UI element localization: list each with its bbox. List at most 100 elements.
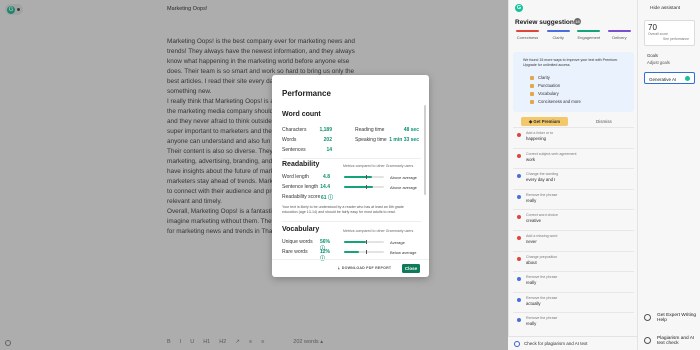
word-length-bar [344, 175, 384, 179]
suggestion-type-icon [517, 318, 521, 323]
hide-assistant-button[interactable]: Hide assistant [650, 6, 680, 11]
engagement-indicator [577, 30, 601, 32]
review-panel: G Review suggestions 18 Correctness Clar… [508, 0, 637, 350]
readability-note: Metrics compared to other Grammarly user… [343, 164, 414, 168]
download-icon: ⤓ [338, 266, 340, 270]
see-performance-link[interactable]: See performance [663, 37, 689, 41]
suggestion-card[interactable]: Remove the phrase really [513, 188, 634, 207]
premium-item: Clarity [530, 75, 550, 80]
overall-score-card[interactable]: 70 Overall score See performance [644, 20, 695, 46]
suggestion-text: really [526, 280, 537, 286]
premium-text: We found 15 more ways to improve your te… [523, 58, 619, 67]
premium-item-label: Clarity [538, 75, 550, 80]
suggestion-card[interactable]: Add a missing word never [513, 230, 634, 248]
plagiarism-ai-button[interactable]: Plagiarism and AI text check [644, 336, 698, 346]
suggestion-card[interactable]: Correct word choice creative [513, 209, 634, 227]
tab-label: Delivery [612, 34, 627, 40]
generative-ai-button[interactable]: Generative AI [644, 72, 695, 84]
overall-score-value: 70 [648, 23, 657, 32]
tab-label: Clarity [552, 34, 564, 40]
sentence-length-average-marker [366, 185, 367, 189]
plagiarism-check-bar[interactable]: Check for plagiarism and AI text [508, 336, 637, 350]
word-length-value: 4.8 [323, 174, 330, 180]
premium-item: Vocabulary [530, 91, 559, 96]
adjust-goals-link[interactable]: Adjust goals [647, 60, 670, 65]
rare-words-label: Rare words [282, 249, 308, 255]
lock-icon [530, 91, 534, 96]
suggestion-card[interactable]: Remove the phrase really [513, 312, 634, 330]
tab-correctness[interactable]: Correctness [513, 30, 542, 40]
speaking-time-value: 1 min 33 sec [389, 137, 419, 143]
plagiarism-icon [514, 340, 520, 347]
expert-help-button[interactable]: Get Expert Writing Help [644, 313, 698, 323]
readability-explanation: Your text is likely to be understood by … [282, 205, 404, 214]
premium-item-label: Vocabulary [538, 91, 559, 96]
suggestion-count-badge: 18 [574, 18, 581, 25]
word-count-heading: Word count [282, 111, 321, 118]
grammarly-logo-icon: G [515, 4, 523, 12]
sentence-length-value: 14.4 [320, 184, 330, 190]
words-value: 202 [323, 137, 332, 143]
get-premium-button[interactable]: ◆ Get Premium [521, 117, 568, 126]
clarity-indicator [546, 30, 570, 32]
dismiss-button[interactable]: Dismiss [596, 119, 612, 124]
modal-scrollbar[interactable] [424, 105, 426, 195]
readability-score-value[interactable]: 61 ⓘ [321, 194, 335, 201]
suggestion-card[interactable]: Remove the phrase actually [513, 291, 634, 310]
suggestion-type-icon [517, 194, 521, 199]
characters-label: Characters [282, 127, 307, 133]
suggestion-text: work [526, 156, 536, 162]
category-tabs: Correctness Clarity Engagement Delivery [513, 30, 634, 40]
readability-heading: Readability [282, 161, 320, 168]
premium-item: Punctuation [530, 83, 560, 88]
plagiarism-ai-icon [644, 337, 651, 344]
premium-item: Conciseness and more [530, 99, 581, 104]
suggestion-action: Change the wording [526, 172, 559, 177]
rare-words-bar [344, 250, 384, 254]
suggestion-text: actually [526, 300, 541, 306]
delivery-indicator [607, 30, 631, 32]
suggestion-card[interactable]: Correct subject-verb agreement work [513, 147, 634, 166]
suggestion-action: Remove the phrase [526, 192, 558, 197]
close-button[interactable]: Close [402, 264, 420, 273]
suggestion-card[interactable]: Add a linker or to happening [513, 127, 634, 145]
section-divider [282, 158, 421, 159]
reading-time-label: Reading time [355, 127, 385, 133]
suggestion-action: Remove the phrase [526, 275, 558, 280]
tab-delivery[interactable]: Delivery [605, 30, 634, 40]
sentence-length-bar [344, 185, 384, 189]
suggestion-action: Correct subject-verb agreement [526, 151, 577, 156]
unique-words-average-marker [366, 240, 367, 244]
tab-clarity[interactable]: Clarity [544, 30, 573, 40]
word-length-fill [344, 176, 372, 178]
word-length-average-marker [366, 175, 367, 179]
suggestion-text: every day and I [526, 177, 556, 183]
modal-overlay[interactable] [0, 0, 508, 350]
suggestion-text: really [526, 197, 537, 203]
suggestion-card[interactable]: Change preposition about [513, 250, 634, 269]
generative-ai-label: Generative AI [649, 76, 677, 82]
lock-icon [530, 75, 534, 80]
tab-label: Engagement [577, 34, 601, 40]
expert-icon [644, 314, 651, 321]
suggestion-card[interactable]: Remove the phrase really [513, 271, 634, 289]
section-divider [282, 221, 421, 222]
sentences-label: Sentences [282, 147, 306, 153]
download-pdf-link[interactable]: ⤓ DOWNLOAD PDF REPORT [338, 266, 391, 270]
suggestion-type-icon [517, 256, 521, 261]
suggestion-action: Add a missing word [526, 234, 558, 238]
tab-engagement[interactable]: Engagement [574, 30, 603, 40]
suggestion-card[interactable]: Change the wording every day and I [513, 168, 634, 186]
unique-words-bar [344, 240, 384, 244]
premium-item-label: Conciseness and more [538, 99, 581, 104]
vocabulary-heading: Vocabulary [282, 226, 320, 233]
suggestion-text: happening [526, 136, 547, 141]
modal-title: Performance [282, 89, 331, 98]
lock-icon [530, 99, 534, 104]
characters-value: 1,189 [319, 127, 332, 133]
suggestion-type-icon [517, 297, 521, 302]
unique-words-label: Unique words [282, 239, 313, 245]
suggestion-action: Remove the phrase [526, 295, 558, 300]
readability-score-label: Readability score [282, 194, 321, 200]
tab-label: Correctness [516, 34, 539, 40]
